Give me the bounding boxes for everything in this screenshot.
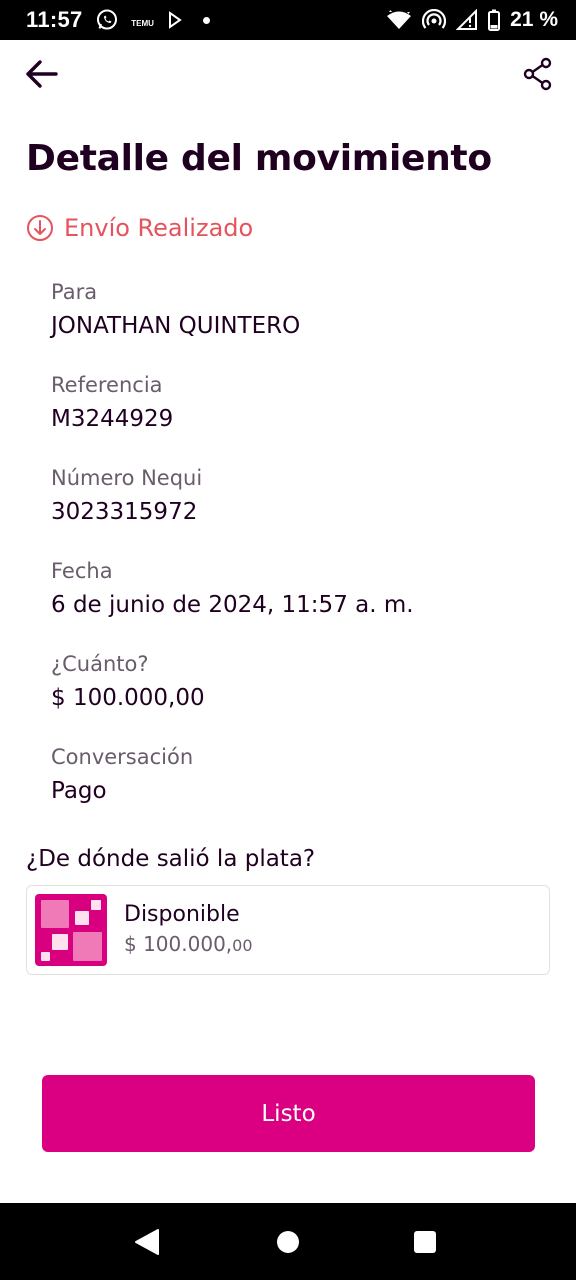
nav-home-button[interactable] xyxy=(276,1230,300,1254)
source-amount-cents: 00 xyxy=(232,936,253,955)
status-bar: 11:57 TEMU 21 % xyxy=(0,0,576,40)
status-right: 21 % xyxy=(386,8,558,32)
field-reference: Referencia M3244929 xyxy=(51,372,551,465)
field-value: JONATHAN QUINTERO xyxy=(51,313,301,339)
done-button[interactable]: Listo xyxy=(42,1075,535,1152)
nav-back-icon xyxy=(135,1229,159,1255)
field-label: Conversación xyxy=(51,745,194,769)
nav-home-icon xyxy=(277,1231,299,1253)
transaction-status-label: Envío Realizado xyxy=(64,214,254,242)
nav-recents-icon xyxy=(414,1231,436,1253)
source-amount-main: $ 100.000, xyxy=(124,932,233,956)
nav-recents-button[interactable] xyxy=(413,1230,437,1254)
field-label: Referencia xyxy=(51,373,163,397)
field-label: Número Nequi xyxy=(51,466,203,490)
battery-percentage: 21 % xyxy=(510,8,558,31)
field-value: 3023315972 xyxy=(51,499,198,525)
field-value: M3244929 xyxy=(51,406,174,432)
field-label: ¿Cuánto? xyxy=(51,652,149,676)
hotspot-icon xyxy=(422,9,447,31)
share-icon xyxy=(523,57,552,91)
field-nequi-number: Número Nequi 3023315972 xyxy=(51,465,551,558)
field-conversation: Conversación Pago xyxy=(51,744,551,837)
transaction-status: Envío Realizado xyxy=(26,214,253,242)
notification-dot-icon xyxy=(202,16,210,24)
field-recipient: Para JONATHAN QUINTERO xyxy=(51,279,551,372)
pocket-icon xyxy=(35,894,107,966)
field-amount: ¿Cuánto? $ 100.000,00 xyxy=(51,651,551,744)
status-time: 11:57 xyxy=(26,7,83,32)
field-value: Pago xyxy=(51,778,107,804)
page-title: Detalle del movimiento xyxy=(26,138,492,179)
arrow-down-circle-icon xyxy=(27,215,53,241)
temu-label: TEMU xyxy=(131,19,154,28)
back-button[interactable] xyxy=(22,56,60,92)
wifi-icon xyxy=(386,10,412,30)
status-left: 11:57 TEMU xyxy=(26,7,210,33)
field-date: Fecha 6 de junio de 2024, 11:57 a. m. xyxy=(51,558,551,651)
field-label: Para xyxy=(51,280,98,304)
source-question: ¿De dónde salió la plata? xyxy=(26,846,316,872)
source-text: Disponible $ 100.000,00 xyxy=(124,901,253,959)
navigation-bar xyxy=(0,1203,576,1280)
temu-icon: TEMU xyxy=(131,12,155,28)
play-icon xyxy=(167,11,183,29)
source-card[interactable]: Disponible $ 100.000,00 xyxy=(26,885,550,975)
arrow-left-icon xyxy=(26,60,58,88)
source-amount: $ 100.000,00 xyxy=(124,931,253,959)
field-label: Fecha xyxy=(51,559,113,583)
battery-icon xyxy=(488,9,501,31)
signal-icon xyxy=(456,9,478,31)
field-value: 6 de junio de 2024, 11:57 a. m. xyxy=(51,592,414,618)
share-button[interactable] xyxy=(520,56,556,92)
field-value: $ 100.000,00 xyxy=(51,685,205,711)
whatsapp-icon xyxy=(95,8,119,32)
transaction-details: Para JONATHAN QUINTERO Referencia M32449… xyxy=(51,279,551,837)
nav-back-button[interactable] xyxy=(134,1228,160,1256)
source-name: Disponible xyxy=(124,902,240,927)
